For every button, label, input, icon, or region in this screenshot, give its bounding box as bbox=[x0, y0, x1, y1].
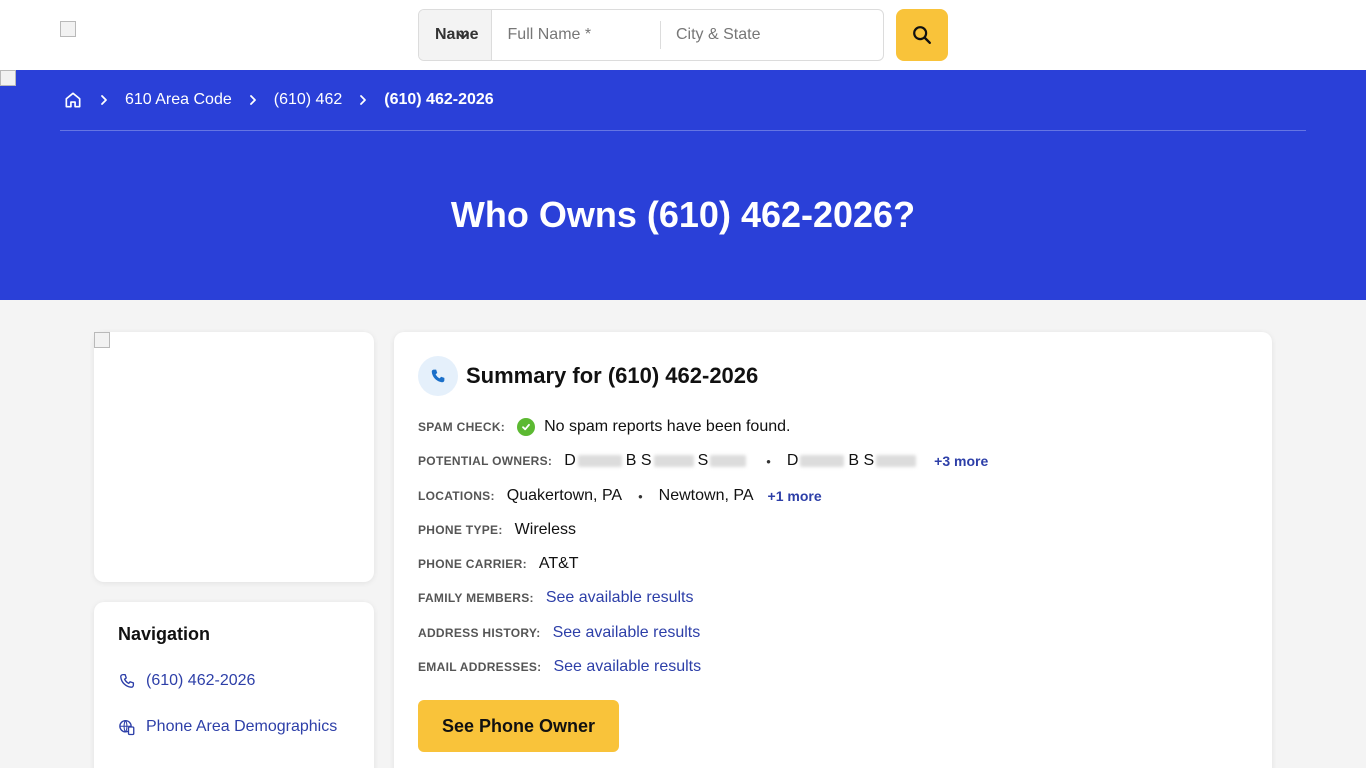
page-title: Who Owns (610) 462-2026? bbox=[450, 194, 916, 235]
email-addresses-label: EMAIL ADDRESSES: bbox=[418, 660, 542, 674]
spam-check-value: No spam reports have been found. bbox=[544, 418, 791, 435]
owner-initial: S bbox=[697, 452, 709, 469]
owner-initial: D bbox=[564, 452, 576, 469]
summary-title: Summary for (610) 462-2026 bbox=[466, 363, 759, 388]
locations-row: LOCATIONS: Quakertown, PA • Newtown, PA … bbox=[418, 485, 822, 507]
family-members-row: FAMILY MEMBERS: See available results bbox=[418, 587, 694, 609]
search-type-select[interactable]: Name bbox=[419, 10, 492, 60]
breadcrumb-prefix[interactable]: (610) 462 bbox=[274, 91, 343, 109]
home-icon bbox=[65, 92, 81, 108]
hero-banner: 610 Area Code (610) 462 (610) 462-2026 W… bbox=[0, 70, 1366, 300]
navigation-title: Navigation bbox=[118, 624, 211, 644]
breadcrumb-current: (610) 462-2026 bbox=[384, 91, 494, 108]
redacted-text bbox=[710, 455, 747, 467]
location-2: Newtown, PA bbox=[658, 487, 754, 504]
phone-carrier-row: PHONE CARRIER: AT&T bbox=[418, 553, 579, 575]
globe-phone-icon bbox=[119, 719, 135, 736]
locations-label: LOCATIONS: bbox=[418, 489, 495, 503]
owner-name-1[interactable]: D B S S bbox=[564, 452, 750, 470]
see-phone-owner-button[interactable]: See Phone Owner bbox=[418, 700, 619, 752]
phone-icon bbox=[418, 356, 458, 396]
address-history-label: ADDRESS HISTORY: bbox=[418, 626, 541, 640]
family-members-label: FAMILY MEMBERS: bbox=[418, 591, 534, 605]
owner-initial: B S bbox=[848, 452, 875, 469]
family-members-link[interactable]: See available results bbox=[546, 589, 694, 607]
chevron-right-icon bbox=[248, 94, 258, 106]
separator-dot: • bbox=[766, 453, 771, 469]
chevron-right-icon bbox=[99, 94, 109, 106]
redacted-text bbox=[653, 455, 694, 467]
city-state-input[interactable] bbox=[660, 10, 883, 60]
phone-type-row: PHONE TYPE: Wireless bbox=[418, 519, 576, 541]
potential-owners-label: POTENTIAL OWNERS: bbox=[418, 454, 553, 468]
full-name-input[interactable] bbox=[491, 10, 660, 60]
nav-item-phone[interactable]: (610) 462-2026 bbox=[118, 672, 255, 690]
search-button[interactable] bbox=[896, 9, 948, 61]
navigation-card: Navigation (610) 462-2026 Phone Area Dem… bbox=[94, 602, 374, 768]
search-icon bbox=[913, 26, 931, 44]
address-history-row: ADDRESS HISTORY: See available results bbox=[418, 622, 700, 644]
owner-initial: D bbox=[786, 452, 799, 469]
spam-check-label: SPAM CHECK: bbox=[418, 420, 506, 434]
locations-more-link[interactable]: +1 more bbox=[768, 488, 822, 504]
phone-carrier-label: PHONE CARRIER: bbox=[418, 557, 527, 571]
redacted-text bbox=[876, 455, 917, 467]
check-circle-icon bbox=[517, 418, 536, 436]
redacted-text bbox=[800, 455, 845, 467]
top-header: Name bbox=[0, 0, 1366, 70]
hero-background-image bbox=[0, 70, 16, 86]
potential-owners-row: POTENTIAL OWNERS: D B S S • D B S +3 mor… bbox=[418, 450, 988, 472]
owner-name-2[interactable]: D B S bbox=[787, 452, 920, 470]
nav-item-demographics-label: Phone Area Demographics bbox=[146, 718, 338, 735]
site-logo[interactable] bbox=[60, 21, 76, 37]
phone-type-value: Wireless bbox=[514, 521, 576, 538]
phone-type-label: PHONE TYPE: bbox=[418, 523, 503, 537]
sidebar-image-card bbox=[94, 332, 374, 582]
owners-more-link[interactable]: +3 more bbox=[934, 453, 988, 469]
nav-item-phone-label: (610) 462-2026 bbox=[146, 672, 256, 689]
separator-dot: • bbox=[638, 488, 643, 504]
hero-divider bbox=[60, 130, 1306, 131]
redacted-text bbox=[577, 455, 622, 467]
search-bar: Name bbox=[418, 9, 884, 61]
phone-carrier-value: AT&T bbox=[538, 555, 579, 572]
spam-check-row: SPAM CHECK: No spam reports have been fo… bbox=[418, 416, 790, 438]
phone-icon bbox=[120, 673, 135, 688]
sidebar-image bbox=[94, 332, 110, 348]
location-1: Quakertown, PA bbox=[506, 487, 623, 504]
breadcrumb-home[interactable] bbox=[63, 90, 83, 110]
nav-item-demographics[interactable]: Phone Area Demographics bbox=[118, 718, 337, 736]
chevron-down-icon bbox=[456, 32, 469, 39]
email-addresses-link[interactable]: See available results bbox=[553, 658, 701, 676]
summary-card: Summary for (610) 462-2026 SPAM CHECK: N… bbox=[394, 332, 1272, 768]
email-addresses-row: EMAIL ADDRESSES: See available results bbox=[418, 656, 701, 678]
breadcrumb: 610 Area Code (610) 462 (610) 462-2026 bbox=[60, 87, 494, 113]
address-history-link[interactable]: See available results bbox=[553, 624, 701, 642]
owner-initial: B S bbox=[625, 452, 652, 469]
summary-header: Summary for (610) 462-2026 bbox=[418, 356, 758, 396]
chevron-right-icon bbox=[358, 94, 368, 106]
breadcrumb-area-code[interactable]: 610 Area Code bbox=[125, 91, 232, 109]
